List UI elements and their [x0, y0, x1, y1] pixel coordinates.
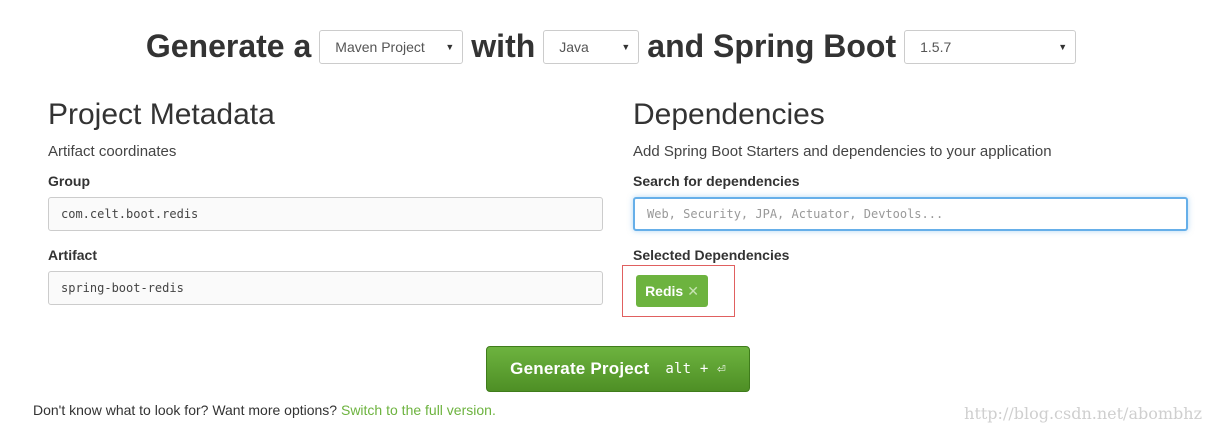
- caret-down-icon: ▼: [1058, 41, 1068, 52]
- close-icon[interactable]: ✕: [687, 283, 699, 300]
- artifact-field[interactable]: spring-boot-redis: [48, 271, 603, 305]
- generator-headline: Generate a Maven Project ▼ with Java ▼ a…: [0, 28, 1214, 65]
- headline-generate-text: Generate a: [145, 28, 312, 64]
- dependencies-title: Dependencies: [633, 98, 825, 131]
- group-field[interactable]: com.celt.boot.redis: [48, 197, 603, 231]
- generate-project-label: Generate Project: [510, 359, 650, 378]
- dependency-tag-redis[interactable]: Redis ✕: [636, 275, 708, 307]
- dependency-tag-label: Redis: [645, 283, 684, 299]
- artifact-label: Artifact: [48, 247, 98, 263]
- language-value: Java: [559, 38, 589, 55]
- project-type-value: Maven Project: [335, 38, 425, 55]
- full-version-link[interactable]: Switch to the full version.: [341, 402, 496, 418]
- generate-project-button[interactable]: Generate Project alt + ⏎: [486, 346, 750, 392]
- watermark: http://blog.csdn.net/abombhz: [964, 404, 1202, 423]
- search-label: Search for dependencies: [633, 173, 800, 189]
- dependency-search-input[interactable]: Web, Security, JPA, Actuator, Devtools..…: [633, 197, 1188, 231]
- project-type-select[interactable]: Maven Project ▼: [319, 29, 464, 64]
- caret-down-icon: ▼: [445, 41, 455, 52]
- headline-with-text: with: [471, 28, 536, 64]
- keyboard-shortcut: alt + ⏎: [665, 361, 726, 377]
- boot-version-value: 1.5.7: [920, 38, 952, 55]
- selected-dependencies-label: Selected Dependencies: [633, 247, 790, 263]
- boot-version-select[interactable]: 1.5.7 ▼: [904, 29, 1077, 64]
- metadata-title: Project Metadata: [48, 98, 275, 131]
- caret-down-icon: ▼: [621, 41, 631, 52]
- headline-and-text: and Spring Boot: [647, 28, 897, 64]
- dependencies-subtitle: Add Spring Boot Starters and dependencie…: [633, 143, 1052, 160]
- footer: Don't know what to look for? Want more o…: [33, 402, 496, 418]
- footer-text: Don't know what to look for? Want more o…: [33, 402, 338, 418]
- metadata-subtitle: Artifact coordinates: [48, 143, 177, 160]
- language-select[interactable]: Java ▼: [543, 29, 640, 64]
- group-label: Group: [48, 173, 90, 189]
